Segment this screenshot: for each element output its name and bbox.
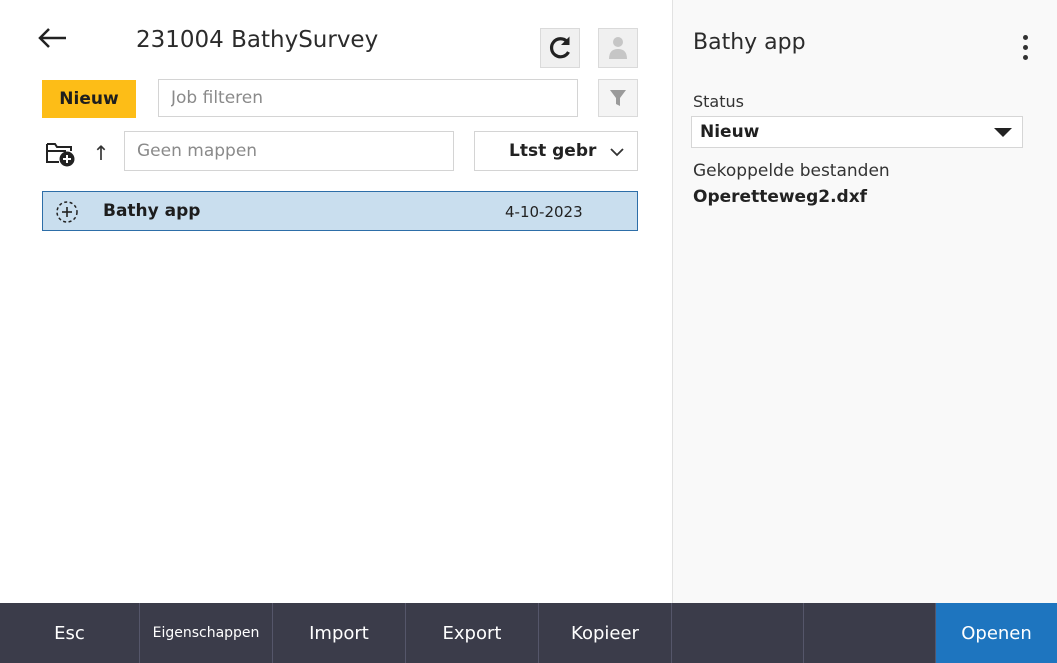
new-job-button[interactable]: Nieuw — [42, 80, 136, 118]
new-folder-button[interactable] — [44, 137, 78, 169]
arrow-left-icon — [38, 28, 66, 48]
job-filter-input[interactable] — [158, 79, 578, 117]
linked-file[interactable]: Operetteweg2.dxf — [693, 187, 867, 207]
refresh-button[interactable] — [540, 28, 580, 68]
job-name: Bathy app — [103, 201, 201, 221]
export-button[interactable]: Export — [406, 603, 539, 663]
details-title: Bathy app — [693, 30, 806, 55]
arrow-up-icon: ↑ — [92, 141, 110, 165]
status-label: Status — [693, 92, 744, 111]
folder-input[interactable] — [124, 131, 454, 171]
sort-select[interactable]: Ltst gebr — [474, 131, 638, 171]
filter-icon — [610, 90, 626, 106]
job-date: 4-10-2023 — [505, 203, 583, 221]
user-icon — [609, 37, 627, 59]
sort-selected-label: Ltst gebr — [509, 141, 597, 161]
job-row[interactable]: Bathy app 4-10-2023 — [42, 191, 638, 231]
import-button[interactable]: Import — [273, 603, 406, 663]
empty-toolbar-slot-1 — [672, 603, 804, 663]
more-vertical-icon — [1022, 34, 1028, 40]
copy-button[interactable]: Kopieer — [539, 603, 672, 663]
refresh-icon — [549, 36, 570, 59]
back-button[interactable] — [36, 24, 68, 52]
job-add-icon — [56, 201, 78, 223]
empty-toolbar-slot-2 — [804, 603, 936, 663]
chevron-down-icon — [610, 148, 624, 157]
user-button[interactable] — [598, 28, 638, 68]
status-select[interactable]: Nieuw — [691, 116, 1023, 148]
esc-button[interactable]: Esc — [0, 603, 140, 663]
properties-button[interactable]: Eigenschappen — [140, 603, 273, 663]
status-value: Nieuw — [700, 122, 760, 142]
bottom-toolbar: Esc Eigenschappen Import Export Kopieer … — [0, 603, 1057, 663]
job-list-pane: 231004 BathySurvey Nieuw ↑ — [0, 0, 672, 603]
filter-button[interactable] — [598, 79, 638, 117]
folder-add-icon — [46, 143, 75, 167]
details-pane: Bathy app Status Nieuw Gekoppelde bestan… — [672, 0, 1057, 603]
folder-up-button[interactable]: ↑ — [90, 137, 112, 169]
more-options-button[interactable] — [1013, 30, 1037, 64]
caret-down-icon — [994, 128, 1012, 137]
open-button[interactable]: Openen — [936, 603, 1057, 663]
linked-files-label: Gekoppelde bestanden — [693, 161, 890, 181]
page-title: 231004 BathySurvey — [136, 27, 379, 53]
